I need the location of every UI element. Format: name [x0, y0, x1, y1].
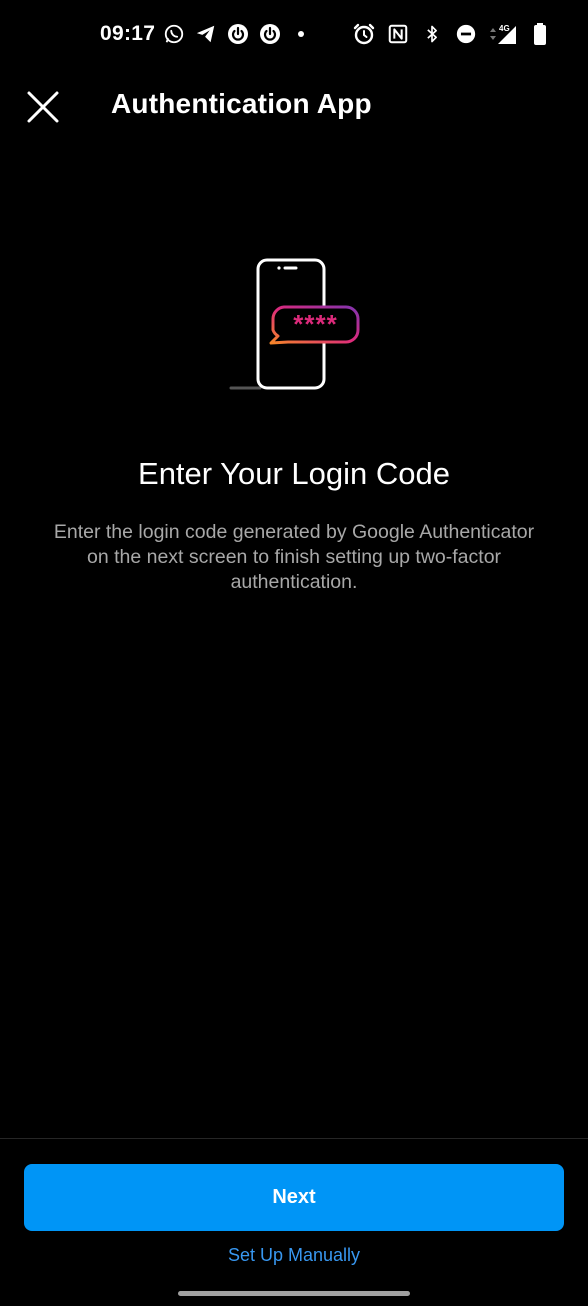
alarm-icon: [352, 22, 376, 46]
do-not-disturb-icon: [454, 22, 478, 46]
status-icons-right: 4G: [352, 22, 552, 46]
bluetooth-icon: [420, 22, 444, 46]
header: Authentication App: [0, 72, 588, 142]
status-time: 09:17: [100, 22, 156, 45]
home-indicator[interactable]: [178, 1291, 410, 1296]
whatsapp-icon: [162, 22, 186, 46]
footer-divider: [0, 1138, 588, 1139]
close-button[interactable]: [20, 84, 66, 130]
notification-dot-icon: [298, 31, 304, 37]
main-description: Enter the login code generated by Google…: [53, 521, 535, 593]
code-text: ****: [293, 309, 337, 339]
next-button[interactable]: Next: [24, 1164, 564, 1231]
phone-with-code-icon: ****: [226, 254, 366, 394]
power-icon: [258, 22, 282, 46]
network-label: 4G: [499, 24, 510, 33]
set-up-manually-link[interactable]: Set Up Manually: [0, 1245, 588, 1266]
close-icon: [27, 91, 59, 123]
status-bar: 09:17 4G: [0, 0, 588, 72]
network-4g-icon: 4G: [488, 22, 518, 46]
nfc-icon: [386, 22, 410, 46]
battery-icon: [528, 22, 552, 46]
power-icon: [226, 22, 250, 46]
page-title: Authentication App: [111, 88, 372, 119]
main-heading: Enter Your Login Code: [138, 456, 450, 491]
telegram-icon: [194, 22, 218, 46]
status-icons-left: [162, 22, 304, 46]
